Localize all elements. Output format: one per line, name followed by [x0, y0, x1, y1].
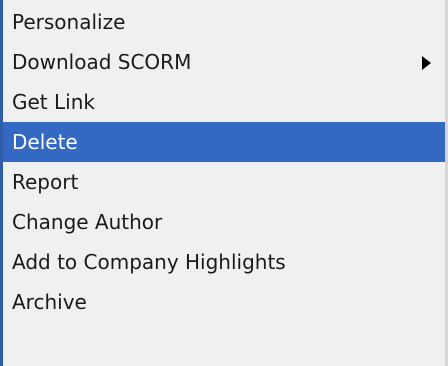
menu-item-label: Download SCORM [12, 50, 192, 74]
menu-item-label: Personalize [12, 10, 126, 34]
menu-item-label: Add to Company Highlights [12, 250, 286, 274]
menu-item-label: Report [12, 170, 79, 194]
menu-item-add-to-company-highlights[interactable]: Add to Company Highlights [3, 242, 445, 282]
menu-item-label: Delete [12, 130, 78, 154]
menu-item-report[interactable]: Report [3, 162, 445, 202]
menu-item-personalize[interactable]: Personalize [3, 2, 445, 42]
menu-item-archive[interactable]: Archive [3, 282, 445, 322]
menu-item-delete[interactable]: Delete [3, 122, 445, 162]
menu-item-download-scorm[interactable]: Download SCORM [3, 42, 445, 82]
menu-item-get-link[interactable]: Get Link [3, 82, 445, 122]
menu-item-label: Change Author [12, 210, 163, 234]
context-menu: Personalize Download SCORM Get Link Dele… [0, 0, 448, 366]
menu-item-partial[interactable] [3, 322, 445, 362]
menu-item-label: Get Link [12, 90, 95, 114]
chevron-right-icon [422, 56, 431, 70]
menu-item-change-author[interactable]: Change Author [3, 202, 445, 242]
menu-item-label: Archive [12, 290, 87, 314]
